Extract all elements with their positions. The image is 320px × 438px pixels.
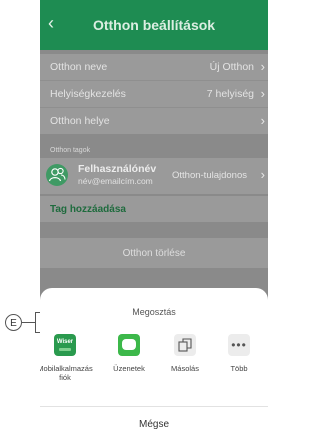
setting-label: Helyiségkezelés [50,88,126,100]
add-member-label: Tag hozzáadása [50,204,126,215]
setting-row-home-location[interactable]: Otthon helye › [40,108,268,134]
callout-marker: E [5,314,22,331]
section-label-members: Otthon tagok [50,147,91,154]
setting-label: Otthon neve [50,61,108,73]
avatar [46,164,68,186]
chevron-right-icon: › [260,86,265,101]
chevron-right-icon: › [260,113,265,128]
delete-home-button[interactable]: Otthon törlése [40,238,268,268]
copy-glyph [178,338,192,352]
wiser-app-icon-bar [59,348,71,351]
share-option-label: Üzenetek [113,364,145,373]
setting-value: 7 helyiség [206,88,254,100]
cancel-label: Mégse [138,419,169,430]
callout-line [22,322,35,323]
delete-home-label: Otthon törlése [122,248,186,259]
more-dots: ••• [231,338,247,352]
chevron-right-icon: › [260,167,265,182]
callout-letter: E [10,318,17,329]
member-row[interactable]: Felhasználónév név@emailcím.com Otthon-t… [40,158,268,194]
setting-label: Otthon helye [50,115,110,127]
cancel-button[interactable]: Mégse [40,407,268,438]
more-icon[interactable]: ••• [228,334,250,356]
app-header: ‹ Otthon beállítások [40,0,268,50]
share-sheet-title: Megosztás [132,307,176,317]
setting-row-room-management[interactable]: Helyiségkezelés 7 helyiség › [40,81,268,107]
copy-icon[interactable] [174,334,196,356]
share-sheet: Megosztás Wiser Mobilalkalmazás fiók Üze… [40,288,268,438]
setting-value: Új Otthon [209,61,254,73]
messages-icon[interactable] [118,334,140,356]
users-icon [48,167,66,182]
add-member-button[interactable]: Tag hozzáadása [40,196,268,222]
share-option-label: Másolás [171,364,199,373]
chevron-right-icon: › [260,59,265,74]
message-bubble-shape [122,339,136,350]
member-role: Otthon-tulajdonos [172,170,247,181]
member-email: név@emailcím.com [78,176,153,186]
member-name: Felhasználónév [78,163,157,175]
phone-screen: ‹ Otthon beállítások Otthon neve Új Otth… [40,0,268,438]
wiser-app-icon-text: Wiser [56,339,74,345]
setting-row-home-name[interactable]: Otthon neve Új Otthon › [40,54,268,80]
share-option-label: Több [230,364,248,373]
share-option-label: Mobilalkalmazás fiók [40,364,93,382]
wiser-app-icon[interactable]: Wiser [54,334,76,356]
page-title: Otthon beállítások [92,17,216,33]
